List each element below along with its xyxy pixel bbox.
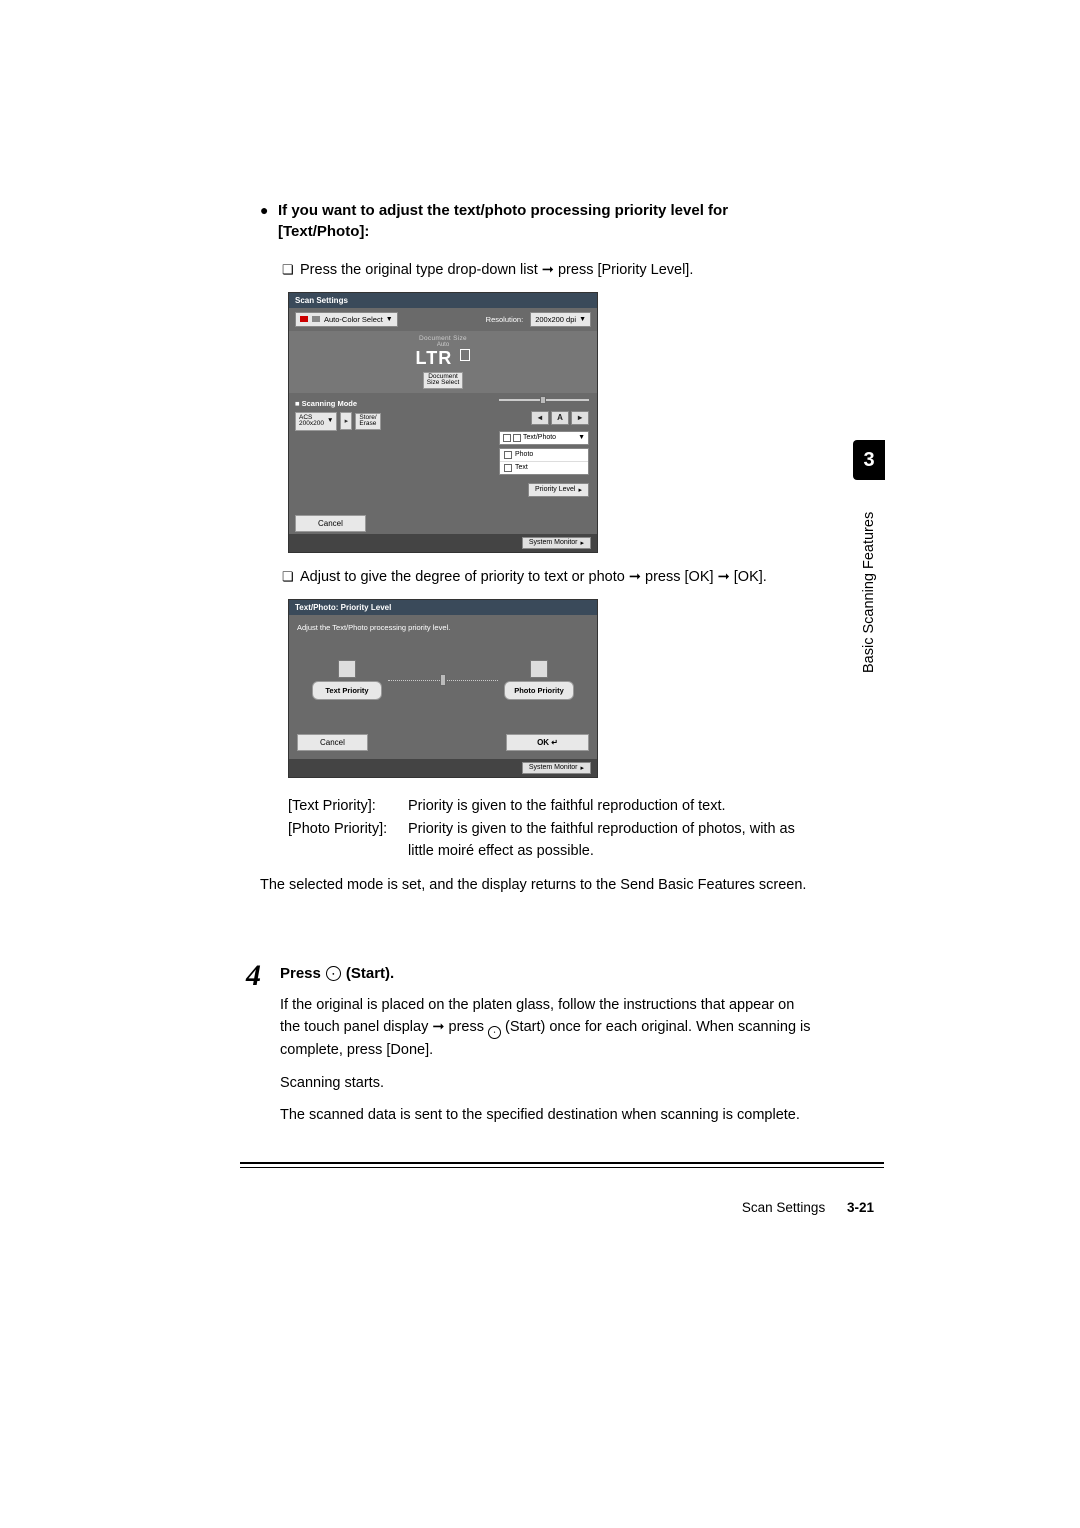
arrow-right-button[interactable]: ▸	[340, 412, 352, 430]
start-icon	[326, 966, 341, 981]
section-heading: If you want to adjust the text/photo pro…	[260, 200, 810, 242]
page-number: 3-21	[847, 1200, 874, 1215]
photo-priority-def-text: Priority is given to the faithful reprod…	[408, 819, 810, 863]
original-type-dropdown[interactable]: Text/Photo ▼	[499, 431, 589, 445]
enter-icon: ↵	[551, 738, 558, 747]
photo-icon	[530, 660, 548, 678]
photo-icon	[504, 451, 512, 459]
arrow-icon: ➞	[629, 569, 641, 585]
arrow-icon: ➞	[432, 1019, 444, 1035]
photo-icon	[513, 434, 521, 442]
arrow-icon: ➞	[542, 262, 554, 278]
arrow-icon: ➞	[718, 569, 730, 585]
system-monitor-button[interactable]: System Monitor▸	[522, 762, 591, 774]
instruction-1: Press the original type drop-down list ➞…	[260, 260, 810, 282]
ss2-instruction: Adjust the Text/Photo processing priorit…	[297, 623, 589, 632]
menu-item-text[interactable]: Text	[500, 462, 588, 474]
result-text: The selected mode is set, and the displa…	[260, 875, 810, 897]
footer-section: Scan Settings	[742, 1200, 825, 1215]
step4-head-post: (Start).	[346, 965, 394, 982]
step-number: 4	[246, 959, 261, 993]
photo-priority-def-label: [Photo Priority]:	[288, 819, 408, 863]
p1-mid: press	[445, 1019, 489, 1035]
chevron-down-icon: ▼	[578, 434, 585, 441]
step4-p1: If the original is placed on the platen …	[280, 994, 812, 1062]
step4-heading: Press (Start).	[280, 965, 812, 982]
step4-p3: The scanned data is sent to the specifie…	[280, 1104, 812, 1126]
density-up-button[interactable]: ▸	[571, 411, 589, 425]
doc-size-select-button[interactable]: Document Size Select	[423, 372, 464, 389]
ok-button[interactable]: OK ↵	[506, 734, 589, 751]
ok-label: OK	[537, 738, 549, 747]
instr1-pre: Press the original type drop-down list	[300, 262, 542, 278]
text-icon	[338, 660, 356, 678]
text-priority-def-label: [Text Priority]:	[288, 796, 408, 818]
chevron-right-icon: ▸	[580, 539, 584, 547]
text-priority-label: Text Priority	[312, 681, 382, 700]
store-erase-button[interactable]: Store/ Erase	[355, 413, 380, 430]
scan-settings-screenshot: Scan Settings Auto-Color Select ▼ Resolu…	[288, 292, 598, 553]
auto-color-dropdown[interactable]: Auto-Color Select ▼	[295, 312, 398, 327]
resolution-label: Resolution:	[486, 315, 524, 324]
footer-rule-thin	[240, 1167, 884, 1168]
instr2-mid: press [OK]	[641, 569, 718, 585]
priority-level-label: Priority Level	[535, 486, 575, 493]
color-swatch-icon	[300, 316, 308, 322]
footer: Scan Settings 3-21	[742, 1200, 874, 1215]
text-priority-button[interactable]: Text Priority	[312, 660, 382, 700]
priority-level-button[interactable]: Priority Level ▸	[528, 483, 589, 497]
chapter-label: Basic Scanning Features	[853, 492, 885, 692]
auto-color-label: Auto-Color Select	[324, 315, 383, 324]
acs-line2: 200x200	[299, 421, 324, 428]
scan-mode-text: Scanning Mode	[302, 399, 357, 408]
acs-dropdown[interactable]: ACS 200x200 ▼	[295, 412, 337, 431]
step4-p2: Scanning starts.	[280, 1072, 812, 1094]
ltr-text: LTR	[416, 348, 453, 369]
density-slider[interactable]	[499, 395, 589, 405]
instr2-pre: Adjust to give the degree of priority to…	[300, 569, 629, 585]
chevron-down-icon: ▼	[386, 316, 393, 323]
chevron-right-icon: ▸	[580, 764, 584, 772]
menu-text-label: Text	[515, 464, 528, 471]
doc-size-label: Document Size	[295, 335, 591, 342]
orientation-icon	[460, 349, 470, 361]
cancel-button[interactable]: Cancel	[297, 734, 368, 751]
chevron-right-icon: ▸	[578, 486, 582, 494]
start-icon	[488, 1026, 501, 1039]
chapter-tab: 3	[853, 440, 885, 480]
system-monitor-button[interactable]: System Monitor▸	[522, 537, 591, 549]
resolution-dropdown[interactable]: 200x200 dpi ▼	[530, 312, 591, 327]
text-icon	[504, 464, 512, 472]
instruction-2: Adjust to give the degree of priority to…	[260, 567, 810, 589]
instr1-post: press [Priority Level].	[554, 262, 693, 278]
cancel-button[interactable]: Cancel	[295, 515, 366, 532]
resolution-value: 200x200 dpi	[535, 315, 576, 324]
priority-level-screenshot: Text/Photo: Priority Level Adjust the Te…	[288, 599, 598, 778]
text-priority-def-text: Priority is given to the faithful reprod…	[408, 796, 810, 818]
photo-priority-button[interactable]: Photo Priority	[504, 660, 574, 700]
text-photo-label: Text/Photo	[523, 434, 556, 441]
instr2-post: [OK].	[730, 569, 767, 585]
sysmon-label: System Monitor	[529, 764, 578, 771]
bw-swatch-icon	[312, 316, 320, 322]
ss1-title: Scan Settings	[289, 293, 597, 308]
density-down-button[interactable]: ◂	[531, 411, 549, 425]
chevron-down-icon: ▼	[579, 316, 586, 323]
menu-item-photo[interactable]: Photo	[500, 449, 588, 462]
step4-head-pre: Press	[280, 965, 321, 982]
ss2-title: Text/Photo: Priority Level	[289, 600, 597, 615]
chevron-down-icon: ▼	[327, 418, 333, 425]
text-icon	[503, 434, 511, 442]
menu-photo-label: Photo	[515, 451, 533, 458]
density-auto-button[interactable]: A	[551, 411, 569, 425]
original-type-menu: Photo Text	[499, 448, 589, 475]
sysmon-label: System Monitor	[529, 539, 578, 546]
photo-priority-label: Photo Priority	[504, 681, 574, 700]
priority-slider[interactable]	[388, 674, 498, 686]
